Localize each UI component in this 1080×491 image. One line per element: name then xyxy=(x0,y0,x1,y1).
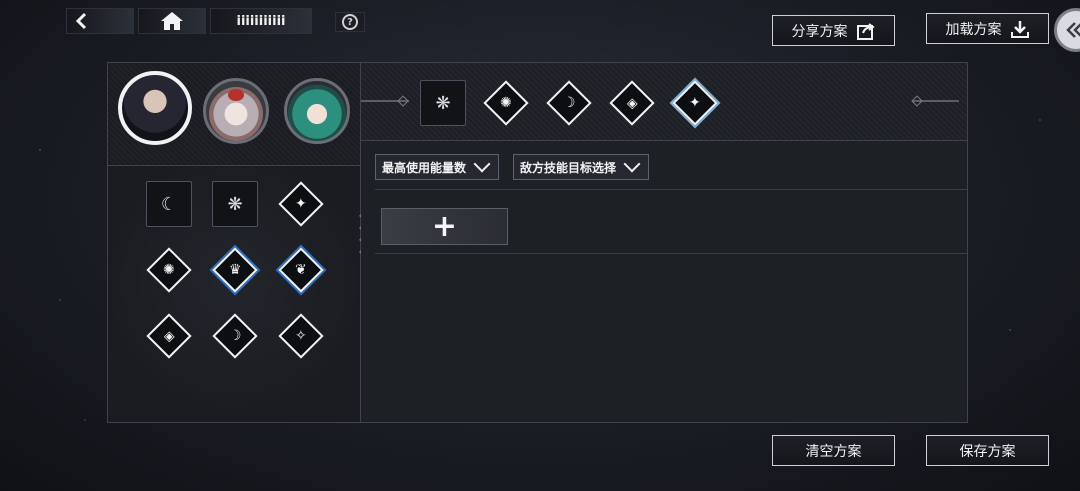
flower-ornament xyxy=(228,89,244,101)
beast-icon: ✺ xyxy=(163,261,175,278)
skill-slot[interactable]: ☾ xyxy=(146,181,192,227)
moon-icon: ☽ xyxy=(562,95,576,111)
skill-slot[interactable]: ❋ xyxy=(212,181,258,227)
help-icon: ? xyxy=(342,14,358,30)
home-button[interactable] xyxy=(138,8,206,34)
skill-slot[interactable]: ✧ xyxy=(278,313,324,359)
scythe-icon: ☾ xyxy=(160,193,178,215)
enemy-target-dropdown[interactable]: 敌方技能目标选择 xyxy=(513,154,650,180)
download-icon xyxy=(1010,20,1029,38)
diamond-frame: ❦ xyxy=(278,247,324,293)
butterfly-icon: ❋ xyxy=(435,92,451,114)
crown-icon: ♛ xyxy=(228,262,242,278)
save-plan-button[interactable]: 保存方案 xyxy=(926,435,1049,466)
load-plan-button[interactable]: 加载方案 xyxy=(926,13,1049,44)
skill-slot[interactable]: ♛ xyxy=(212,247,258,293)
plan-panel: ❋ ✺ ☽ ◈ ✦ 最高使用能量数 敌方技能目标选择 + xyxy=(361,62,968,423)
divider xyxy=(375,253,967,254)
diamond-frame: ✺ xyxy=(483,80,529,126)
character-avatar-2[interactable] xyxy=(203,78,269,144)
character-panel: ☾ ❋ ✦ ✺ ♛ ❦ ◈ ☽ ✧ xyxy=(107,62,361,423)
clear-plan-label: 清空方案 xyxy=(805,443,862,460)
diamond-frame: ✦ xyxy=(672,80,718,126)
crystal-icon: ✦ xyxy=(689,94,701,111)
diamond-frame: ✦ xyxy=(278,181,324,227)
skill-slot[interactable]: ☽ xyxy=(212,313,258,359)
character-selector xyxy=(108,63,360,166)
filter-row: 最高使用能量数 敌方技能目标选择 xyxy=(375,154,650,180)
save-plan-label: 保存方案 xyxy=(959,443,1016,460)
home-icon xyxy=(161,12,183,30)
ornament-diamond-left xyxy=(397,95,409,107)
share-icon xyxy=(856,22,875,40)
beast-icon: ✺ xyxy=(500,94,512,111)
sequence-slot[interactable]: ◈ xyxy=(609,80,655,126)
diamond-frame: ☽ xyxy=(212,313,258,359)
diamond-frame: ◈ xyxy=(609,80,655,126)
add-rule-button[interactable]: + xyxy=(381,208,508,245)
chevron-down-icon xyxy=(473,155,491,173)
player-name: iiiiiiiiiii xyxy=(210,8,312,34)
load-plan-label: 加载方案 xyxy=(945,21,1002,38)
max-energy-dropdown[interactable]: 最高使用能量数 xyxy=(375,154,500,180)
enemy-target-label: 敌方技能目标选择 xyxy=(520,160,617,175)
sequence-slot[interactable]: ❋ xyxy=(420,80,466,126)
clear-plan-button[interactable]: 清空方案 xyxy=(772,435,895,466)
sequence-slot[interactable]: ☽ xyxy=(546,80,592,126)
diamond-frame: ♛ xyxy=(212,247,258,293)
double-chevron-left-icon xyxy=(1066,22,1080,38)
mask-icon: ✧ xyxy=(295,327,307,344)
chevron-down-icon xyxy=(623,155,641,173)
top-bar: iiiiiiiiiii xyxy=(66,8,312,34)
collapse-panel-tab[interactable] xyxy=(1054,8,1080,52)
share-plan-button[interactable]: 分享方案 xyxy=(772,15,895,46)
wing-icon: ❦ xyxy=(295,261,307,278)
diamond-frame: ◈ xyxy=(146,313,192,359)
share-plan-label: 分享方案 xyxy=(791,23,848,40)
skill-sequence-bar: ❋ ✺ ☽ ◈ ✦ xyxy=(361,63,967,141)
butterfly-icon: ❋ xyxy=(227,193,243,215)
sequence-slot[interactable]: ✺ xyxy=(483,80,529,126)
diamond-frame: ✧ xyxy=(278,313,324,359)
character-avatar-1[interactable] xyxy=(118,71,192,145)
shield-icon: ◈ xyxy=(626,95,638,111)
skill-slot[interactable]: ◈ xyxy=(146,313,192,359)
crystal-icon: ✦ xyxy=(295,195,307,212)
skill-icon-grid: ☾ ❋ ✦ ✺ ♛ ❦ ◈ ☽ ✧ xyxy=(108,167,360,422)
skill-slot[interactable]: ✺ xyxy=(146,247,192,293)
diamond-frame: ☽ xyxy=(546,80,592,126)
shield-icon: ◈ xyxy=(163,328,175,344)
skill-slot[interactable]: ✦ xyxy=(278,181,324,227)
divider xyxy=(375,189,967,190)
back-button[interactable] xyxy=(66,8,134,34)
skill-slot[interactable]: ❦ xyxy=(278,247,324,293)
character-avatar-3[interactable] xyxy=(284,78,350,144)
sequence-slot[interactable]: ✦ xyxy=(672,80,718,126)
diamond-frame: ✺ xyxy=(146,247,192,293)
plus-icon: + xyxy=(431,209,458,244)
moon-icon: ☽ xyxy=(228,328,242,344)
help-button[interactable]: ? xyxy=(335,12,365,32)
arrow-left-icon xyxy=(75,12,87,30)
max-energy-label: 最高使用能量数 xyxy=(382,160,467,175)
ornament-diamond-right xyxy=(911,95,923,107)
